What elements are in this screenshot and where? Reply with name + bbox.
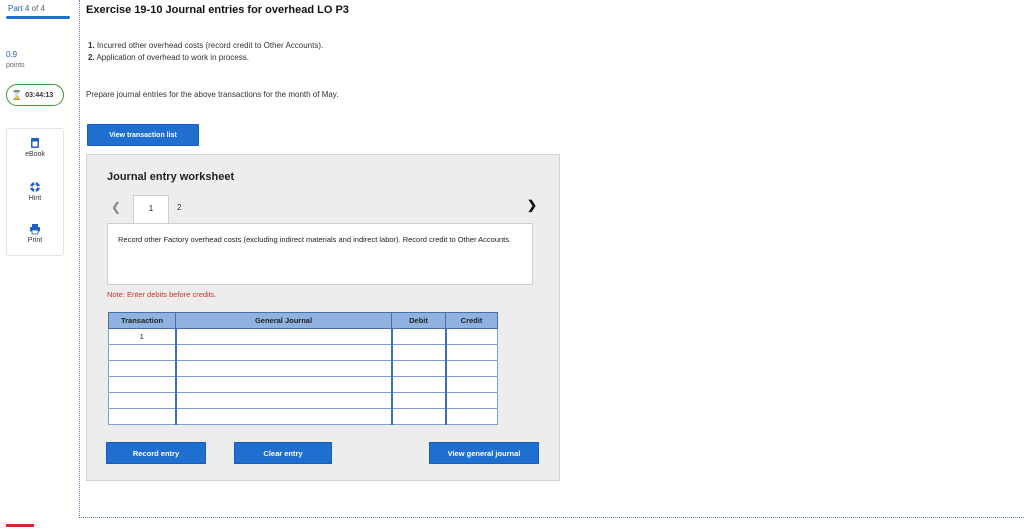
tools-panel: eBook Hint Print bbox=[6, 128, 64, 256]
credit-input[interactable] bbox=[444, 344, 498, 361]
view-general-journal-button[interactable]: View general journal bbox=[429, 442, 539, 464]
account-input[interactable] bbox=[174, 360, 392, 377]
credit-input[interactable] bbox=[444, 360, 498, 377]
debit-input[interactable] bbox=[390, 360, 446, 377]
part-prefix: Part 4 bbox=[8, 4, 30, 13]
part-progress-bar bbox=[6, 16, 70, 19]
debit-input[interactable] bbox=[390, 344, 446, 361]
credit-input[interactable] bbox=[444, 392, 498, 409]
clear-entry-button[interactable]: Clear entry bbox=[234, 442, 332, 464]
tab-2[interactable]: 2 bbox=[177, 203, 181, 212]
print-label: Print bbox=[27, 237, 43, 244]
footer-accent bbox=[6, 524, 34, 527]
prev-arrow-icon[interactable]: ❮ bbox=[111, 200, 121, 214]
account-input[interactable] bbox=[174, 392, 392, 409]
table-row bbox=[108, 392, 498, 409]
transaction-cell: 1 bbox=[108, 328, 176, 345]
next-arrow-icon[interactable]: ❯ bbox=[527, 198, 537, 212]
transaction-cell bbox=[108, 408, 176, 425]
vertical-divider bbox=[79, 0, 80, 518]
record-entry-button[interactable]: Record entry bbox=[106, 442, 206, 464]
debit-input[interactable] bbox=[390, 376, 446, 393]
part-indicator: Part 4 of 4 bbox=[8, 4, 45, 13]
column-header: Credit bbox=[445, 312, 498, 329]
points-label: points bbox=[6, 62, 25, 69]
transaction-cell bbox=[108, 344, 176, 361]
column-header: General Journal bbox=[175, 312, 392, 329]
printer-icon bbox=[30, 224, 40, 235]
column-header: Transaction bbox=[108, 312, 176, 329]
transaction-description: Record other Factory overhead costs (exc… bbox=[107, 223, 533, 285]
hint-button[interactable]: Hint bbox=[7, 181, 63, 202]
worksheet-title: Journal entry worksheet bbox=[107, 171, 235, 183]
ebook-label: eBook bbox=[25, 151, 45, 158]
transaction-cell bbox=[108, 360, 176, 377]
journal-worksheet: Journal entry worksheet ❮ 1 2 ❯ Record o… bbox=[86, 154, 560, 481]
debit-input[interactable] bbox=[390, 392, 446, 409]
bottom-divider bbox=[79, 517, 1024, 518]
transaction-cell bbox=[108, 376, 176, 393]
account-input[interactable] bbox=[174, 408, 392, 425]
column-header: Debit bbox=[391, 312, 446, 329]
instructions-list: 1. Incurred other overhead costs (record… bbox=[88, 40, 323, 64]
table-row: 1 bbox=[108, 328, 498, 345]
part-suffix: of 4 bbox=[31, 4, 45, 13]
journal-table: Transaction General Journal Debit Credit… bbox=[108, 312, 498, 425]
credit-input[interactable] bbox=[444, 376, 498, 393]
sidebar: Part 4 of 4 0.9 points ⌛ 03:44:13 eBook bbox=[0, 0, 76, 529]
instruction-item: 1. Incurred other overhead costs (record… bbox=[88, 41, 324, 50]
timer-badge[interactable]: ⌛ 03:44:13 bbox=[6, 84, 64, 106]
table-row bbox=[108, 360, 498, 377]
ebook-button[interactable]: eBook bbox=[7, 137, 63, 158]
credit-input[interactable] bbox=[444, 328, 498, 345]
hourglass-icon: ⌛ bbox=[11, 89, 23, 100]
account-input[interactable] bbox=[174, 328, 392, 345]
lifebuoy-icon bbox=[29, 181, 41, 193]
debit-credit-note: Note: Enter debits before credits. bbox=[107, 290, 217, 299]
tab-1[interactable]: 1 bbox=[133, 195, 169, 223]
account-input[interactable] bbox=[174, 344, 392, 361]
credit-input[interactable] bbox=[444, 408, 498, 425]
table-row bbox=[108, 376, 498, 393]
debit-input[interactable] bbox=[390, 328, 446, 345]
transaction-cell bbox=[108, 392, 176, 409]
instruction-item: 2. Application of overhead to work in pr… bbox=[88, 53, 249, 62]
table-row bbox=[108, 408, 498, 425]
view-transaction-list-button[interactable]: View transaction list bbox=[87, 124, 199, 146]
account-input[interactable] bbox=[174, 376, 392, 393]
timer-value: 03:44:13 bbox=[25, 91, 54, 99]
book-icon bbox=[31, 138, 39, 148]
page-title: Exercise 19-10 Journal entries for overh… bbox=[86, 4, 349, 16]
print-button[interactable]: Print bbox=[7, 223, 63, 244]
debit-input[interactable] bbox=[390, 408, 446, 425]
hint-label: Hint bbox=[28, 195, 42, 202]
points-value: 0.9 bbox=[6, 50, 18, 59]
table-row bbox=[108, 344, 498, 361]
task-prompt: Prepare journal entries for the above tr… bbox=[86, 90, 339, 99]
